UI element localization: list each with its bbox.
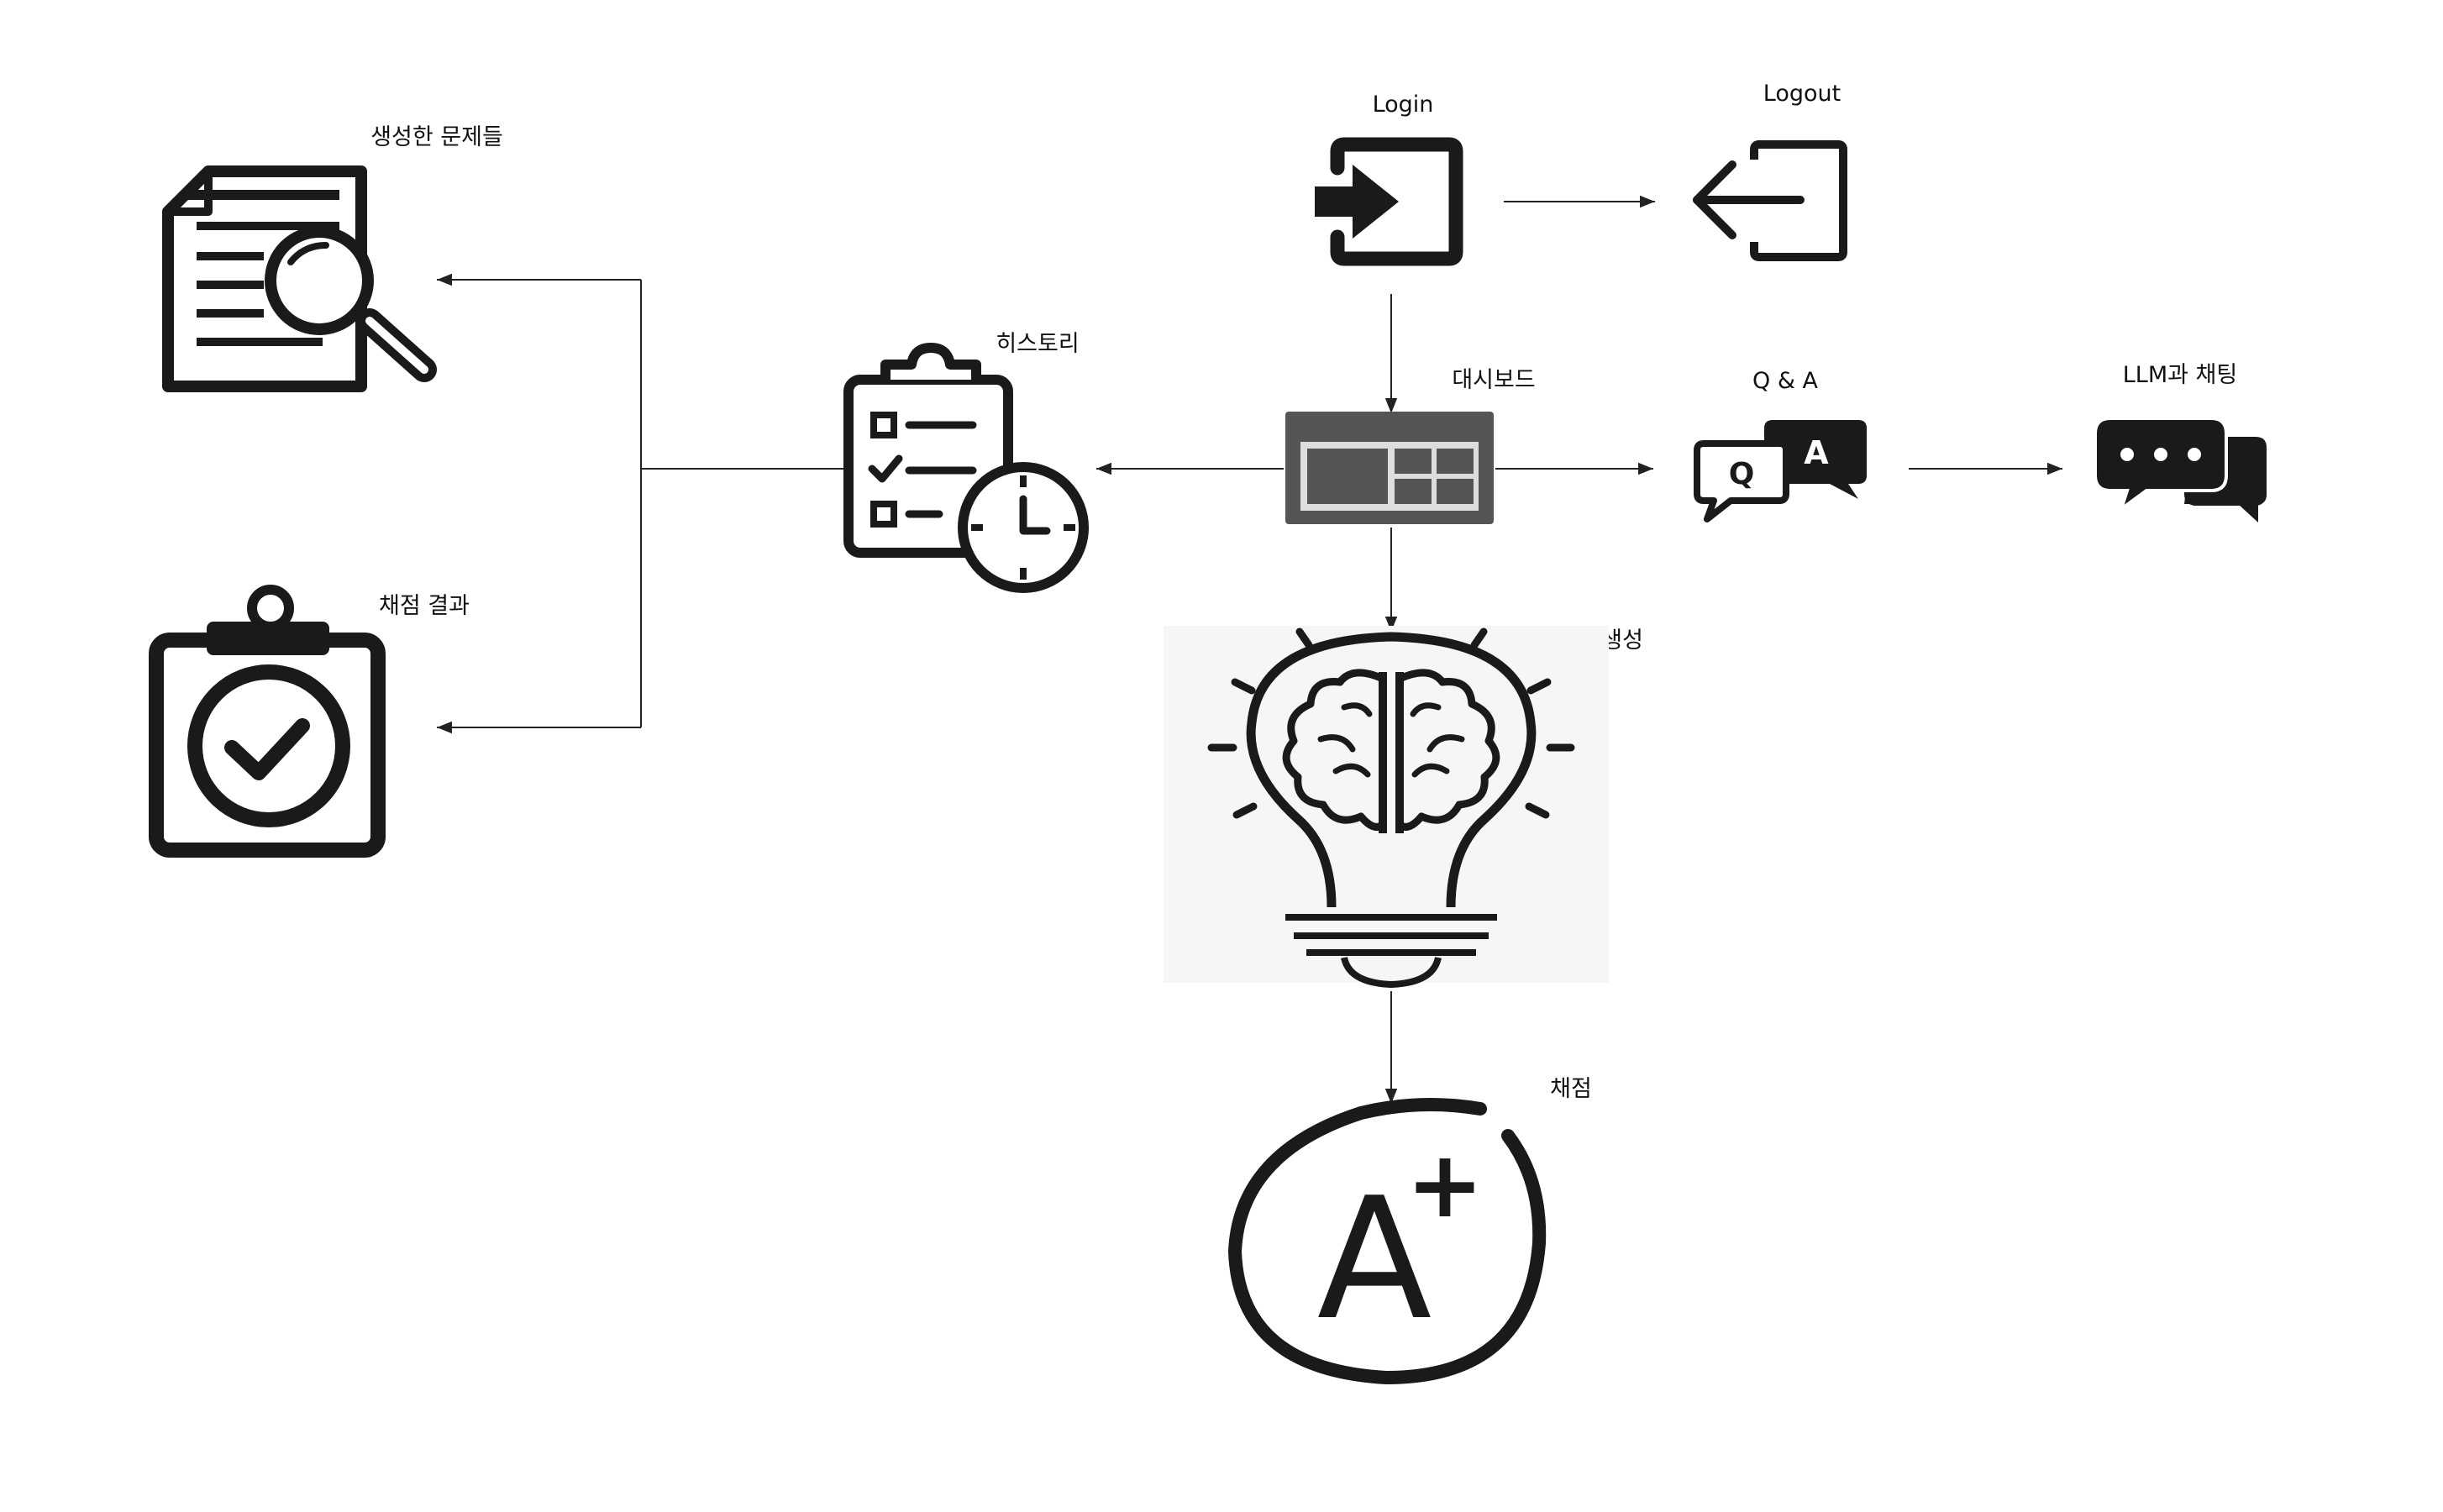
node-login: Login [1315,92,1463,266]
node-llm-chat: LLM과 채팅 [2094,362,2267,522]
logout-icon [1693,140,1847,261]
login-label: Login [1373,92,1434,118]
dashboard-label: 대시보드 [1452,367,1535,393]
node-problem-generation: 문제 생성 [1164,626,1643,989]
grading-results-label: 채점 결과 [379,593,470,619]
node-grading: 채점 A + [1227,1076,1592,1385]
llm-chat-label: LLM과 채팅 [2123,362,2237,388]
lightbulb-brain-icon [1164,626,1609,989]
node-generated-problems: 생성한 문제들 [162,124,503,392]
grade-plus-text: + [1406,1131,1484,1238]
flow-diagram: Login Logout 대시보드 Q & A A Q LLM과 채팅 히스토리… [149,81,2267,1385]
clipboard-check-icon [149,585,386,858]
node-dashboard: 대시보드 [1285,367,1536,524]
qa-label: Q & A [1752,368,1818,394]
history-label: 히스토리 [996,331,1079,357]
node-logout: Logout [1693,81,1847,261]
qa-speech-bubbles-icon: A Q [1694,420,1867,522]
dashboard-icon [1285,412,1494,524]
grade-a-plus-icon: A + [1227,1098,1547,1385]
grading-label: 채점 [1550,1076,1592,1102]
qa-bubble-q: Q [1729,457,1755,491]
login-icon [1315,137,1463,266]
qa-bubble-a: A [1804,434,1829,471]
edge-history-branch [437,273,844,734]
node-grading-results: 채점 결과 [149,585,470,858]
node-qa: Q & A A Q [1694,368,1867,522]
logout-label: Logout [1763,81,1841,107]
generated-problems-label: 생성한 문제들 [370,124,503,150]
document-search-icon [162,165,437,392]
chat-bubbles-icon [2094,417,2267,522]
clipboard-checklist-clock-icon [843,343,1089,593]
node-history: 히스토리 [843,331,1089,593]
